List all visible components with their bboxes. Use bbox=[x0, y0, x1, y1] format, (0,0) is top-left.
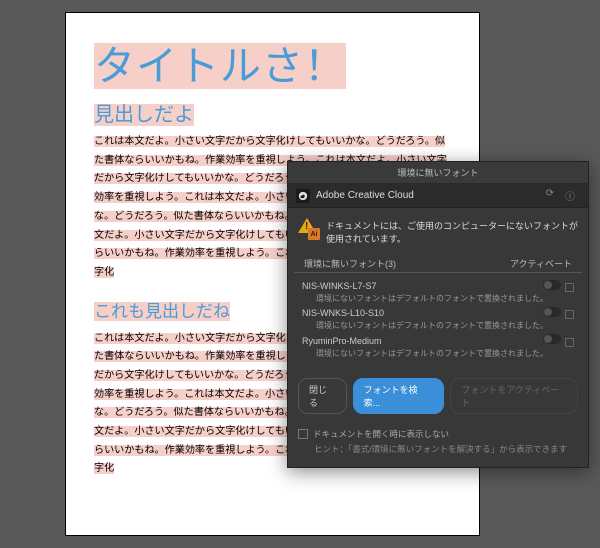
font-checkbox[interactable] bbox=[565, 283, 574, 292]
font-status: 環境にないフォントはデフォルトのフォントで置換されました。 bbox=[302, 348, 574, 359]
list-header-fonts: 環境に無いフォント(3) bbox=[304, 257, 510, 270]
font-name: NIS-WNKS-L10-S10 bbox=[302, 308, 384, 318]
font-list: NIS-WINKS-L7-S7 環境にないフォントはデフォルトのフォントで置換さ… bbox=[292, 273, 584, 367]
dialog-app-name: Adobe Creative Cloud bbox=[316, 190, 540, 201]
creative-cloud-icon bbox=[296, 189, 310, 203]
font-item: NIS-WINKS-L7-S7 環境にないフォントはデフォルトのフォントで置換さ… bbox=[302, 280, 574, 304]
font-item: RyuminPro-Medium 環境にないフォントはデフォルトのフォントで置換… bbox=[302, 334, 574, 358]
dialog-window-title: 環境に無いフォント bbox=[288, 162, 588, 184]
activate-toggle[interactable] bbox=[543, 280, 561, 290]
activate-toggle[interactable] bbox=[543, 307, 561, 317]
doc-heading1: 見出しだよ bbox=[94, 104, 194, 126]
dialog-app-bar: Adobe Creative Cloud ⟳ ⓘ bbox=[288, 184, 588, 208]
list-header-activate: アクティベート bbox=[510, 257, 572, 270]
ai-badge-icon: Ai bbox=[308, 228, 320, 240]
doc-heading2: これも見出しだね bbox=[94, 302, 230, 321]
dont-show-label: ドキュメントを開く時に表示しない bbox=[313, 428, 449, 440]
missing-fonts-dialog: 環境に無いフォント Adobe Creative Cloud ⟳ ⓘ ! Ai … bbox=[287, 161, 589, 468]
warning-icon: ! Ai bbox=[298, 218, 318, 238]
font-checkbox[interactable] bbox=[565, 310, 574, 319]
font-item: NIS-WNKS-L10-S10 環境にないフォントはデフォルトのフォントで置換… bbox=[302, 307, 574, 331]
info-icon[interactable]: ⓘ bbox=[560, 188, 580, 203]
font-status: 環境にないフォントはデフォルトのフォントで置換されました。 bbox=[302, 320, 574, 331]
close-button[interactable]: 閉じる bbox=[298, 378, 347, 414]
sync-icon[interactable]: ⟳ bbox=[540, 188, 560, 203]
font-checkbox[interactable] bbox=[565, 338, 574, 347]
font-name: NIS-WINKS-L7-S7 bbox=[302, 281, 377, 291]
activate-fonts-button: フォントをアクティベート bbox=[450, 378, 578, 414]
font-name: RyuminPro-Medium bbox=[302, 336, 382, 346]
dont-show-checkbox[interactable] bbox=[298, 429, 308, 439]
doc-title: タイトルさ！ bbox=[94, 43, 346, 89]
dialog-message: ドキュメントには、ご使用のコンピューターにないフォントが使用されています。 bbox=[326, 218, 578, 245]
dialog-hint: ヒント：「書式/環境に無いフォントを解決する」から表示できます bbox=[314, 443, 578, 455]
activate-toggle[interactable] bbox=[543, 334, 561, 344]
search-fonts-button[interactable]: フォントを検索... bbox=[353, 378, 445, 414]
font-status: 環境にないフォントはデフォルトのフォントで置換されました。 bbox=[302, 293, 574, 304]
